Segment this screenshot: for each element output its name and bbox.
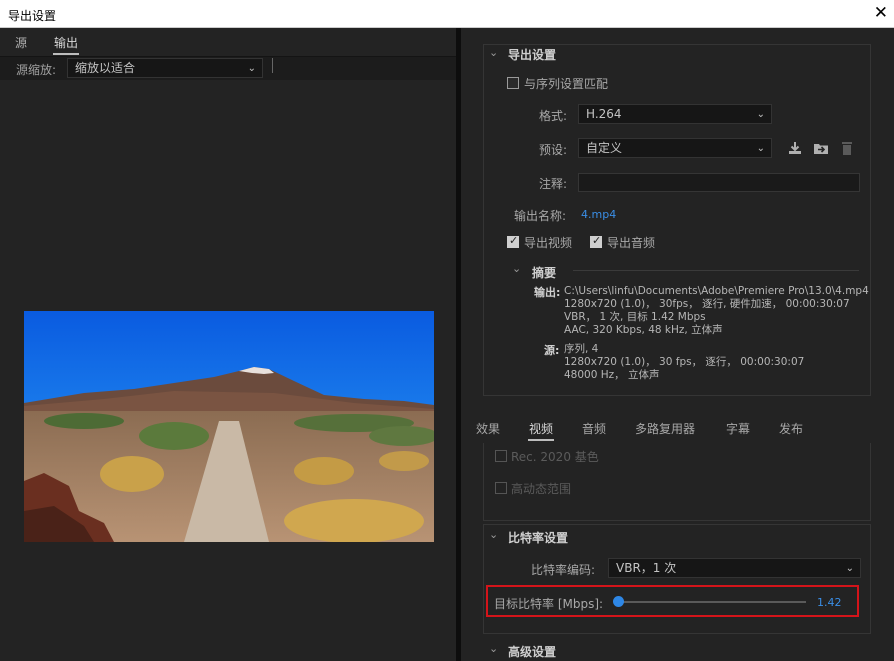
format-dropdown[interactable]: H.264 ⌄: [578, 104, 772, 124]
settings-tabs: 效果 视频 音频 多路复用器 字幕 发布: [461, 416, 894, 441]
source-scale-dropdown[interactable]: 缩放以适合 ⌄: [67, 58, 263, 78]
rec2020-checkbox[interactable]: [495, 450, 507, 462]
target-bitrate-slider-track[interactable]: [621, 601, 806, 603]
bitrate-encoding-dropdown[interactable]: VBR，1 次 ⌄: [608, 558, 861, 578]
bitrate-settings-header: 比特率设置: [508, 531, 569, 545]
tab-publish[interactable]: 发布: [779, 420, 803, 437]
summary-source-line: 48000 Hz， 立体声: [564, 369, 660, 381]
export-settings-header: 导出设置: [508, 48, 557, 62]
source-scale-value: 缩放以适合: [75, 61, 136, 75]
match-sequence-label: 与序列设置匹配: [524, 77, 609, 91]
video-preview: [24, 311, 434, 542]
bitrate-encoding-label: 比特率编码:: [531, 563, 596, 577]
summary-output-line: C:\Users\linfu\Documents\Adobe\Premiere …: [564, 285, 869, 297]
target-bitrate-value[interactable]: 1.42: [817, 596, 842, 609]
tab-video[interactable]: 视频: [527, 420, 555, 441]
window-titlebar: 导出设置 ✕: [0, 0, 894, 28]
chevron-down-icon: ⌄: [247, 63, 256, 74]
target-bitrate-label: 目标比特率 [Mbps]:: [494, 597, 604, 611]
collapse-chevron-icon[interactable]: ⌄: [489, 46, 498, 59]
summary-source-line: 1280x720 (1.0)， 30 fps， 逐行， 00:00:30:07: [564, 356, 805, 368]
source-scale-label: 源缩放:: [16, 63, 57, 77]
bitrate-collapse-icon[interactable]: ⌄: [489, 528, 498, 541]
summary-output-line: 1280x720 (1.0)， 30fps， 逐行, 硬件加速， 00:00:3…: [564, 298, 850, 310]
toolbar-separator: [272, 58, 273, 73]
bitrate-encoding-value: VBR，1 次: [616, 561, 677, 575]
source-scale-row: 源缩放: 缩放以适合 ⌄: [0, 56, 456, 80]
window-title: 导出设置: [8, 9, 57, 23]
tab-audio[interactable]: 音频: [582, 420, 606, 437]
summary-output-line: VBR， 1 次, 目标 1.42 Mbps: [564, 311, 706, 323]
settings-pane: ⌄ 导出设置 与序列设置匹配 格式: H.264 ⌄ 预设: 自定义 ⌄ 注释:…: [461, 28, 894, 661]
delete-preset-icon[interactable]: [839, 140, 855, 156]
chevron-down-icon: ⌄: [756, 143, 765, 154]
save-preset-icon[interactable]: [787, 140, 803, 156]
preview-pane: 源 输出 源缩放: 缩放以适合 ⌄: [0, 28, 456, 661]
summary-header: 摘要: [532, 266, 557, 280]
export-audio-label: 导出音频: [607, 236, 656, 250]
rec2020-label: Rec. 2020 基色: [511, 450, 599, 464]
preset-label: 预设:: [539, 143, 568, 157]
format-value: H.264: [586, 107, 622, 121]
export-audio-checkbox[interactable]: [590, 234, 602, 248]
summary-source-line: 序列, 4: [564, 343, 599, 355]
hdr-checkbox[interactable]: [495, 482, 507, 494]
advanced-settings-header: 高级设置: [508, 645, 557, 659]
tab-multiplexer[interactable]: 多路复用器: [635, 420, 695, 437]
summary-output-label: 输出:: [534, 286, 561, 299]
summary-output-line: AAC, 320 Kbps, 48 kHz, 立体声: [564, 324, 723, 336]
output-name-link[interactable]: 4.mp4: [581, 208, 616, 221]
tab-source[interactable]: 源: [15, 34, 27, 51]
summary-source-label: 源:: [544, 344, 560, 357]
chevron-down-icon: ⌄: [845, 563, 854, 574]
comment-label: 注释:: [539, 177, 568, 191]
tab-captions[interactable]: 字幕: [726, 420, 750, 437]
advanced-collapse-icon[interactable]: ⌄: [489, 642, 498, 655]
close-icon[interactable]: ✕: [874, 3, 888, 23]
output-name-label: 输出名称:: [514, 209, 567, 223]
preset-value: 自定义: [586, 141, 623, 155]
import-preset-icon[interactable]: [813, 140, 829, 156]
chevron-down-icon: ⌄: [756, 109, 765, 120]
summary-divider: [573, 270, 859, 271]
tab-effects[interactable]: 效果: [476, 420, 500, 437]
comment-field[interactable]: [578, 173, 860, 192]
summary-chevron-icon[interactable]: ⌄: [512, 262, 521, 275]
match-sequence-checkbox[interactable]: [507, 77, 519, 89]
landscape-preview-image: [24, 311, 434, 542]
export-video-label: 导出视频: [524, 236, 573, 250]
tab-output[interactable]: 输出: [52, 34, 80, 55]
hdr-label: 高动态范围: [511, 482, 572, 496]
export-video-checkbox[interactable]: [507, 234, 519, 248]
target-bitrate-slider-thumb[interactable]: [613, 596, 624, 607]
source-output-tabs: 源 输出: [0, 28, 456, 55]
format-label: 格式:: [539, 109, 568, 123]
preset-dropdown[interactable]: 自定义 ⌄: [578, 138, 772, 158]
